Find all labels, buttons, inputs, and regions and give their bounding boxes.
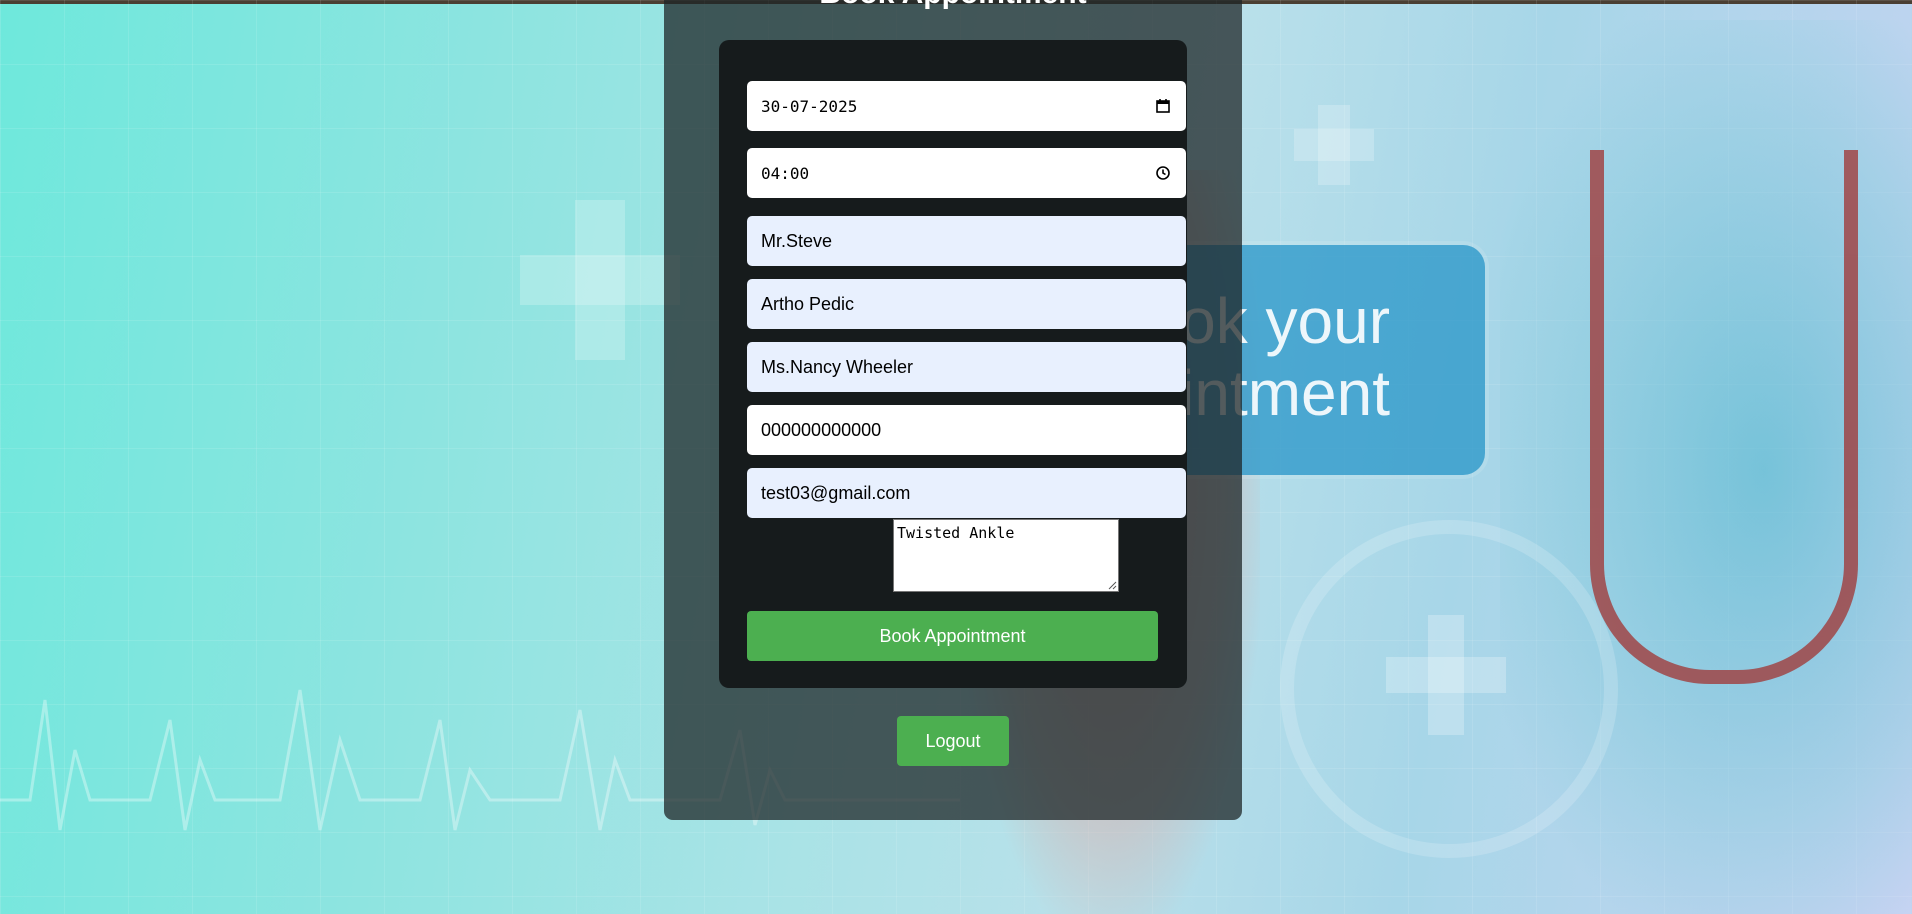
clock-icon[interactable] (1154, 164, 1172, 182)
reason-value: Twisted Ankle (897, 524, 1015, 542)
time-input[interactable]: 04:00 (747, 148, 1186, 198)
patient-name-input[interactable]: Ms.Nancy Wheeler (747, 342, 1186, 392)
calendar-icon[interactable] (1154, 97, 1172, 115)
resize-grip-icon[interactable] (1107, 580, 1117, 590)
book-appointment-button[interactable]: Book Appointment (747, 611, 1158, 661)
date-value: 30-07-2025 (761, 96, 858, 116)
appointment-form: 30-07-2025 04:00 Mr.Steve Artho Pedic Ms… (719, 40, 1187, 688)
doctor-name-value: Mr.Steve (761, 230, 833, 251)
medical-cross-icon (1386, 615, 1506, 735)
phone-value: 000000000000 (761, 419, 882, 440)
page-title: Book Appointment (664, 0, 1242, 10)
stethoscope-image (1590, 150, 1858, 684)
reason-textarea[interactable]: Twisted Ankle (893, 519, 1119, 592)
phone-input[interactable]: 000000000000 (747, 405, 1186, 455)
appointment-panel: Book Appointment 30-07-2025 04:00 Mr.Ste… (664, 0, 1242, 820)
medical-cross-icon (520, 200, 680, 360)
time-value: 04:00 (761, 163, 810, 183)
date-input[interactable]: 30-07-2025 (747, 81, 1186, 131)
email-value: test03@gmail.com (761, 482, 911, 503)
doctor-name-input[interactable]: Mr.Steve (747, 216, 1186, 266)
logout-button[interactable]: Logout (897, 716, 1009, 766)
email-input[interactable]: test03@gmail.com (747, 468, 1186, 518)
patient-name-value: Ms.Nancy Wheeler (761, 356, 914, 377)
department-value: Artho Pedic (761, 293, 855, 314)
department-input[interactable]: Artho Pedic (747, 279, 1186, 329)
medical-cross-icon (1294, 105, 1374, 185)
